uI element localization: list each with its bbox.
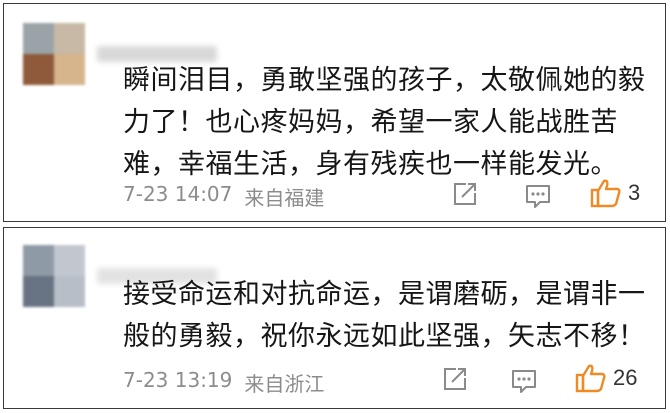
comment-text: 接受命运和对抗命运，是谓磨砺，是谓非一 般的勇毅，祝你永远如此坚强，矢志不移！ <box>123 279 646 352</box>
share-icon <box>454 183 476 205</box>
like-button[interactable]: 3 <box>590 178 640 208</box>
comment-meta: 7-23 13:19 来自浙江 <box>123 368 324 397</box>
like-button[interactable]: 26 <box>575 363 637 393</box>
share-icon <box>444 368 466 390</box>
comment-card: 接受命运和对抗命运，是谓磨砺，是谓非一 般的勇毅，祝你永远如此坚强，矢志不移！ … <box>3 227 666 409</box>
comment-source: 来自浙江 <box>244 372 325 396</box>
thumbs-up-icon <box>590 179 621 208</box>
comment-button[interactable] <box>524 183 552 209</box>
like-count: 26 <box>613 365 638 390</box>
comment-icon <box>512 370 536 393</box>
avatar[interactable] <box>23 245 85 307</box>
avatar[interactable] <box>23 23 85 85</box>
comment-source: 来自福建 <box>244 186 325 210</box>
comment-date: 7-23 14:07 <box>123 182 233 206</box>
comment-card: 瞬间泪目，勇敢坚强的孩子，太敬佩她的毅 力了！也心疼妈妈，希望一家人能战胜苦 难… <box>3 3 666 222</box>
share-button[interactable] <box>452 181 478 207</box>
comment-button[interactable] <box>510 368 538 394</box>
share-button[interactable] <box>442 366 468 392</box>
comment-text: 瞬间泪目，勇敢坚强的孩子，太敬佩她的毅 力了！也心疼妈妈，希望一家人能战胜苦 难… <box>123 65 646 180</box>
thumbs-up-icon <box>575 364 606 393</box>
comment-date: 7-23 13:19 <box>123 368 233 392</box>
like-count: 3 <box>628 180 641 205</box>
comment-meta: 7-23 14:07 来自福建 <box>123 182 324 211</box>
comment-icon <box>526 185 550 208</box>
